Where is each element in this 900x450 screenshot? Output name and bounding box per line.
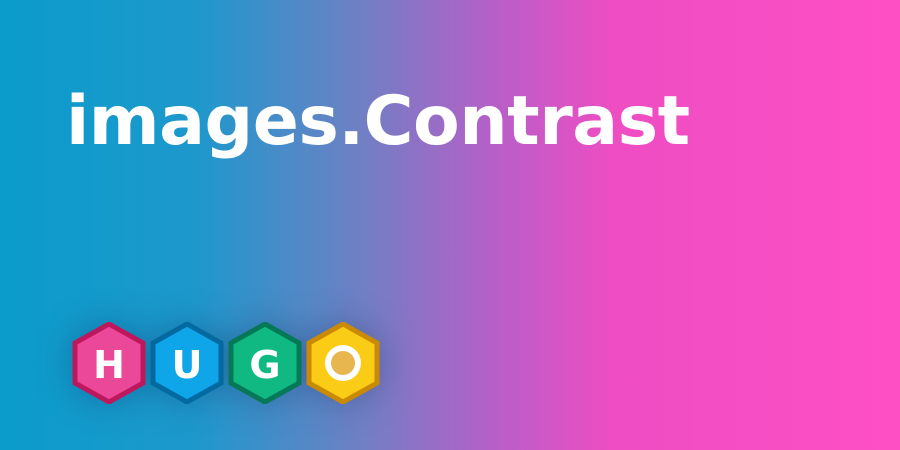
logo-letter-o (306, 322, 380, 404)
logo-letter-h-text: H (93, 343, 125, 387)
logo-letter-h: H (72, 322, 146, 404)
page-title: images.Contrast (66, 82, 690, 161)
logo-letter-u: U (150, 322, 224, 404)
logo-letter-g-text: G (249, 343, 280, 387)
logo-o-center (331, 351, 355, 375)
hugo-logo-svg: H U G (72, 322, 380, 404)
logo-letter-g: G (228, 322, 302, 404)
hugo-logo: H U G (72, 322, 392, 404)
logo-letter-u-text: U (172, 343, 203, 387)
banner: images.Contrast H U G (0, 0, 900, 450)
